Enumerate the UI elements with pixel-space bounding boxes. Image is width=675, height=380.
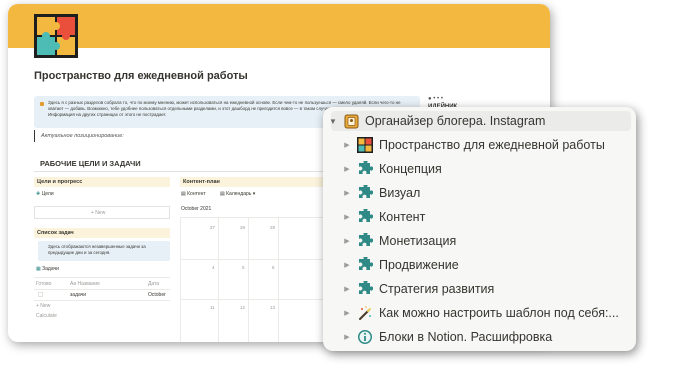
- tree-item-content[interactable]: ▶ Контент: [341, 205, 425, 229]
- cal-grid-line: [180, 299, 330, 300]
- goals-add-button[interactable]: + New: [91, 210, 105, 216]
- puzzle-icon: [357, 209, 373, 225]
- cal-grid-line: [180, 217, 181, 342]
- puzzle-icon: [357, 161, 373, 177]
- col-done: Готово: [36, 281, 52, 287]
- tree-label: Пространство для ежедневной работы: [379, 138, 605, 152]
- tree-item-blocks[interactable]: ▶ Блоки в Notion. Расшифровка: [341, 325, 552, 349]
- more-dots-icon: ● • • •: [428, 96, 443, 102]
- puzzle-icon: [357, 257, 373, 273]
- cal-day[interactable]: 6: [272, 265, 275, 270]
- caret-right-icon[interactable]: ▶: [341, 309, 353, 317]
- cal-day[interactable]: 29: [270, 225, 275, 230]
- tree-label: Монетизация: [379, 234, 457, 248]
- info-icon: [357, 329, 373, 345]
- caret-right-icon[interactable]: ▶: [341, 165, 353, 173]
- tree-label: Как можно настроить шаблон под себя:...: [379, 306, 619, 320]
- goals-item-label: Цели: [41, 191, 54, 197]
- tasks-view-label: Задачи: [42, 266, 59, 272]
- tree-item-concept[interactable]: ▶ Концепция: [341, 157, 442, 181]
- notebook-icon: [343, 113, 359, 129]
- tree-label: Визуал: [379, 186, 421, 200]
- cal-grid-line: [180, 217, 330, 218]
- callout-icon: [40, 102, 44, 106]
- cal-grid-line: [248, 217, 249, 342]
- goals-add-box[interactable]: + New: [34, 206, 170, 219]
- puzzle-icon: [357, 233, 373, 249]
- content-plan-header: Контент-план: [180, 177, 330, 187]
- tree-item-strategy[interactable]: ▶ Стратегия развития: [341, 277, 494, 301]
- page-cover: [8, 4, 550, 48]
- caret-right-icon[interactable]: ▶: [341, 189, 353, 197]
- tree-item-visual[interactable]: ▶ Визуал: [341, 181, 420, 205]
- caret-down-icon[interactable]: ▼: [327, 117, 339, 126]
- cal-day[interactable]: 4: [212, 265, 215, 270]
- tree-root-label: Органайзер блогера. Instagram: [365, 114, 546, 128]
- tree-item-workspace[interactable]: ▶ Пространство для ежедневной работы: [341, 133, 605, 157]
- magic-wand-icon: [357, 305, 373, 321]
- tree-label: Стратегия развития: [379, 282, 495, 296]
- goals-header: Цели и прогресс: [34, 177, 170, 187]
- screenshot-stage: Пространство для ежедневной работы Здесь…: [0, 0, 675, 380]
- tasks-header: Список задач: [34, 228, 170, 238]
- col-name: Aa Название: [70, 281, 100, 287]
- col-date: Дата: [148, 281, 160, 287]
- calendar-month: October 2021: [181, 206, 212, 212]
- tasks-view-tab[interactable]: ▦ Задачи: [36, 266, 59, 272]
- tree-item-root[interactable]: ▼ Органайзер блогера. Instagram: [327, 109, 545, 133]
- cal-day[interactable]: 27: [210, 225, 215, 230]
- cal-day[interactable]: 5: [242, 265, 245, 270]
- tasks-row-divider-2: [34, 300, 170, 301]
- tree-item-promotion[interactable]: ▶ Продвижение: [341, 253, 459, 277]
- puzzle-color-icon: [34, 14, 78, 58]
- tasks-note: Здесь отображаются незавершенные задачи …: [38, 241, 170, 261]
- cal-day[interactable]: 13: [270, 305, 275, 310]
- cal-grid-line: [278, 217, 279, 342]
- tree-label: Продвижение: [379, 258, 459, 272]
- puzzle-icon: [357, 281, 373, 297]
- section-divider: [34, 171, 324, 172]
- cal-grid-line: [218, 217, 219, 342]
- tasks-divider: [34, 277, 170, 278]
- tree-item-monetization[interactable]: ▶ Монетизация: [341, 229, 456, 253]
- tasks-row-divider: [34, 289, 170, 290]
- calendar-view-tab[interactable]: ▤ Календарь ▾: [220, 191, 255, 197]
- caret-right-icon[interactable]: ▶: [341, 213, 353, 221]
- positioning-quote: Актуальное позиционирование:: [34, 130, 124, 142]
- tree-item-setup-guide[interactable]: ▶ Как можно настроить шаблон под себя:..…: [341, 301, 619, 325]
- goals-item[interactable]: ✚ Цели: [36, 191, 54, 197]
- chevron-down-icon: ▾: [252, 191, 256, 197]
- tree-label: Блоки в Notion. Расшифровка: [379, 330, 553, 344]
- caret-right-icon[interactable]: ▶: [341, 285, 353, 293]
- table-icon: ▦: [36, 266, 41, 272]
- caret-right-icon[interactable]: ▶: [341, 261, 353, 269]
- puzzle-icon: [357, 185, 373, 201]
- task-name[interactable]: задачи: [70, 292, 86, 298]
- sidebar-tree-panel: ▼ Органайзер блогера. Instagram ▶ Простр…: [323, 107, 636, 351]
- puzzle-icon: ✚: [36, 191, 41, 197]
- tasks-add-button[interactable]: + New: [36, 303, 50, 309]
- calendar-icon: ▤: [181, 191, 186, 197]
- cal-day[interactable]: 28: [240, 225, 245, 230]
- cal-day[interactable]: 11: [210, 305, 215, 310]
- calendar-view-label: Календарь: [226, 191, 252, 197]
- content-view-tab[interactable]: ▤ Контент: [181, 191, 206, 197]
- tree-label: Контент: [379, 210, 426, 224]
- page-title: Пространство для ежедневной работы: [34, 70, 248, 82]
- calendar-icon: ▤: [220, 191, 225, 197]
- caret-right-icon[interactable]: ▶: [341, 237, 353, 245]
- task-date: October: [148, 292, 166, 298]
- tree-label: Концепция: [379, 162, 442, 176]
- section-heading: РАБОЧИЕ ЦЕЛИ И ЗАДАЧИ: [40, 159, 141, 168]
- content-view-label: Контент: [187, 191, 206, 197]
- caret-right-icon[interactable]: ▶: [341, 141, 353, 149]
- puzzle-color-icon: [357, 137, 373, 153]
- cal-day[interactable]: 12: [240, 305, 245, 310]
- caret-right-icon[interactable]: ▶: [341, 333, 353, 341]
- task-checkbox[interactable]: [38, 292, 43, 297]
- cal-grid-line: [180, 259, 330, 260]
- tasks-calculate[interactable]: Calculate: [36, 313, 57, 319]
- tasks-note-text: Здесь отображаются незавершенные задачи …: [48, 244, 146, 255]
